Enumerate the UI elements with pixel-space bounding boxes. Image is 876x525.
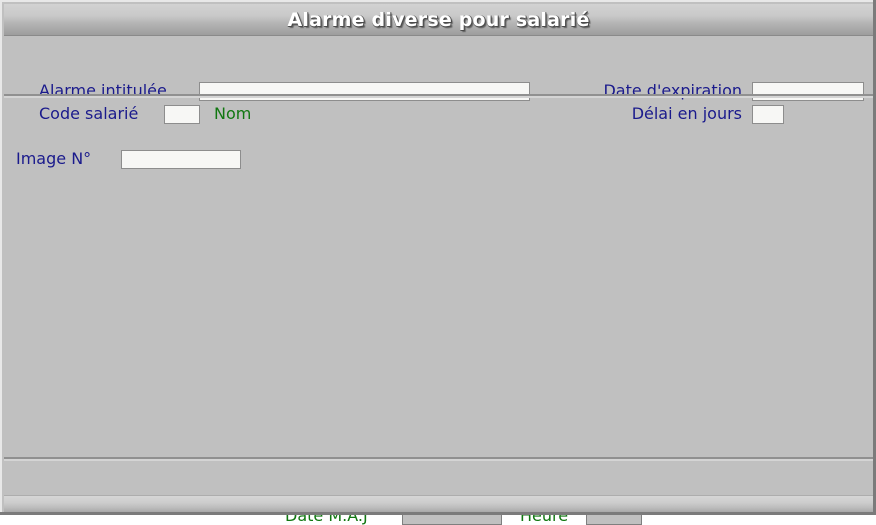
alarme-intitulee-input[interactable] — [199, 82, 530, 101]
header-separator — [4, 94, 873, 98]
content-area: Alarme intitulée Code salarié Nom Date d… — [4, 37, 873, 525]
application-window: Alarme diverse pour salarié Alarme intit… — [0, 0, 876, 525]
code-salarie-input[interactable] — [164, 105, 200, 124]
date-expiration-input[interactable] — [752, 82, 864, 101]
footer-panel — [4, 461, 873, 496]
window-frame-inner: Alarme diverse pour salarié Alarme intit… — [0, 0, 873, 525]
title-bar: Alarme diverse pour salarié — [4, 4, 873, 36]
separator-light-line — [4, 96, 873, 98]
delai-en-jours-input[interactable] — [752, 105, 784, 124]
delai-en-jours-label: Délai en jours — [631, 104, 742, 123]
nom-label: Nom — [214, 104, 252, 123]
image-numero-input[interactable] — [121, 150, 241, 169]
code-salarie-label: Code salarié — [39, 104, 139, 123]
image-numero-label: Image N° — [16, 149, 92, 168]
window-title: Alarme diverse pour salarié — [287, 8, 590, 31]
status-bar — [4, 495, 873, 512]
